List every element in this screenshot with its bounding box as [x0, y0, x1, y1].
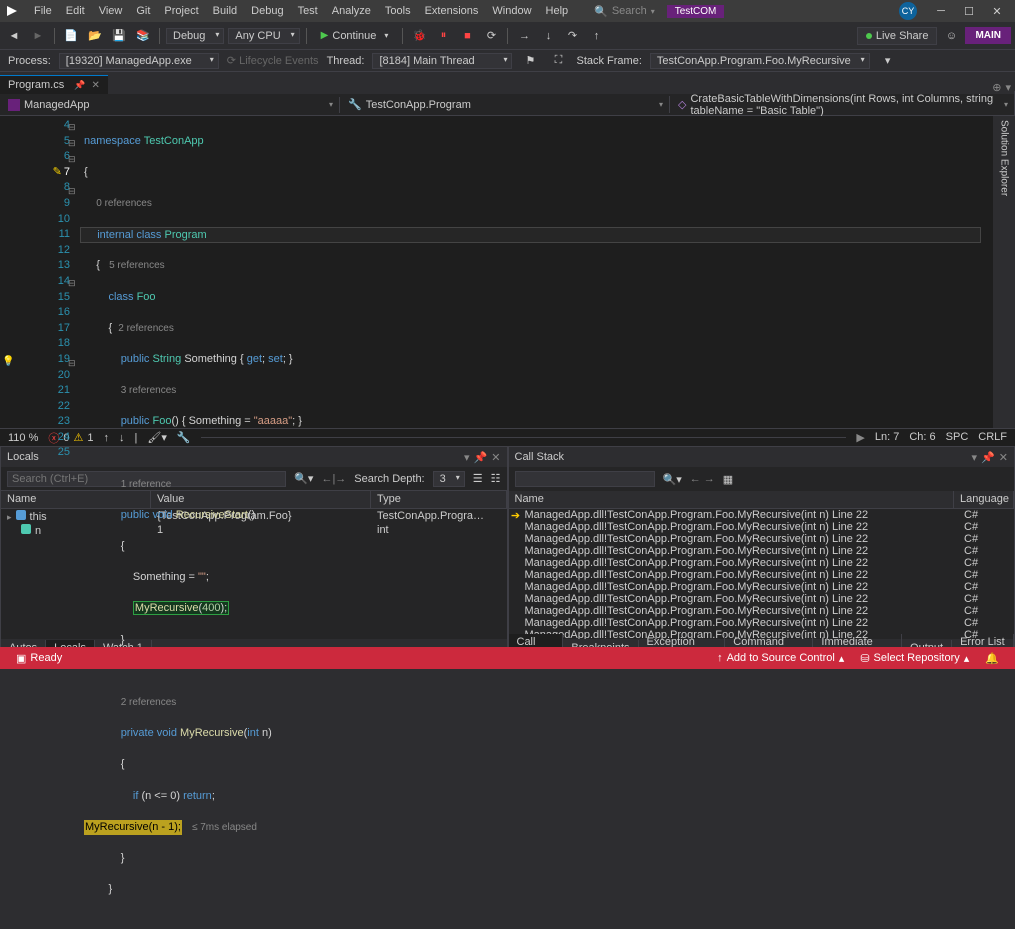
menu-extensions[interactable]: Extensions [419, 3, 485, 19]
step-out-icon[interactable]: ↑ [586, 26, 606, 46]
menu-build[interactable]: Build [207, 3, 243, 19]
debug-icon[interactable]: 🐞 [409, 26, 429, 46]
step-next-icon[interactable]: → [514, 26, 534, 46]
add-source-control[interactable]: ↑ Add to Source Control ▴ [709, 652, 852, 665]
maximize-button[interactable]: ☐ [955, 0, 983, 22]
vs-logo-icon [4, 3, 20, 19]
save-all-icon[interactable]: 📚 [133, 26, 153, 46]
platform-combo[interactable]: Any CPU [228, 28, 299, 44]
depth-combo[interactable]: 3 [433, 471, 465, 487]
stackframe-combo[interactable]: TestConApp.Program.Foo.MyRecursive [650, 53, 870, 69]
thread-combo[interactable]: [8184] Main Thread [372, 53, 512, 69]
process-combo[interactable]: [19320] ManagedApp.exe [59, 53, 219, 69]
thread-flag-icon[interactable]: ⚑ [520, 51, 540, 71]
menu-project[interactable]: Project [158, 3, 204, 19]
minimize-button[interactable]: ─ [927, 0, 955, 22]
stackframe-label: Stack Frame: [576, 55, 641, 67]
menu-analyze[interactable]: Analyze [326, 3, 377, 19]
close-panel-icon[interactable]: ✕ [999, 451, 1008, 464]
play-icon: ▶ [321, 30, 329, 41]
status-ready: ▣ Ready [8, 652, 70, 665]
stackframe-extra-icon[interactable]: ▾ [878, 51, 898, 71]
code-nav-bar: ManagedApp 🔧TestConApp.Program ◇CrateBas… [0, 94, 1015, 116]
thread-label: Thread: [327, 55, 365, 67]
solution-badge: TestCOM [667, 5, 725, 18]
config-combo[interactable]: Debug [166, 28, 224, 44]
right-rail: Solution Explorer [993, 116, 1015, 428]
nav-project[interactable]: ManagedApp [0, 97, 340, 113]
nav-member[interactable]: ◇CrateBasicTableWithDimensions(int Rows,… [670, 91, 1015, 119]
step-over-icon[interactable]: ↷ [562, 26, 582, 46]
nav-class[interactable]: 🔧TestConApp.Program [340, 96, 670, 113]
nav-fwd-icon[interactable]: ► [28, 26, 48, 46]
lightbulb-icon[interactable]: 💡 [2, 354, 14, 370]
code-editor[interactable]: 💡 ⊟ ⊟ ⊟ ⊟ ⊟ ⊟ 45 6 ✎7 89 1011 1213 1415 … [0, 116, 1015, 428]
thread-icon[interactable]: ⛶ [548, 51, 568, 71]
step-into-icon[interactable]: ↓ [538, 26, 558, 46]
menu-edit[interactable]: Edit [60, 3, 91, 19]
nav-back-icon[interactable]: ◄ [4, 26, 24, 46]
menu-window[interactable]: Window [486, 3, 537, 19]
pause-icon[interactable]: ⏸ [433, 26, 453, 46]
active-line: ✎7 [0, 165, 70, 181]
debug-location-toolbar: Process: [19320] ManagedApp.exe ⟳ Lifecy… [0, 50, 1015, 72]
live-share-button[interactable]: Live Share [857, 27, 938, 45]
open-icon[interactable]: 📂 [85, 26, 105, 46]
menu-view[interactable]: View [93, 3, 129, 19]
main-toolbar: ◄ ► 📄 📂 💾 📚 Debug Any CPU ▶Continue▾ 🐞 ⏸… [0, 22, 1015, 50]
new-file-icon[interactable]: 📄 [61, 26, 81, 46]
menu-test[interactable]: Test [292, 3, 324, 19]
close-button[interactable]: ✕ [983, 0, 1011, 22]
menu-help[interactable]: Help [540, 3, 575, 19]
process-label: Process: [8, 55, 51, 67]
feedback-icon[interactable]: ☺ [941, 26, 961, 46]
perf-tip[interactable]: ≤ 7ms elapsed [192, 820, 257, 836]
tab-program-cs[interactable]: Program.cs 📌 ✕ [0, 75, 108, 94]
status-bar: ▣ Ready ↑ Add to Source Control ▴ ⛁ Sele… [0, 647, 1015, 669]
close-tab-icon[interactable]: ✕ [91, 80, 99, 91]
avatar[interactable]: CY [899, 2, 917, 20]
line-gutter: 💡 ⊟ ⊟ ⊟ ⊟ ⊟ ⊟ 45 6 ✎7 89 1011 1213 1415 … [0, 116, 80, 428]
tab-label: Program.cs [8, 79, 64, 91]
search-placeholder: Search [612, 5, 647, 17]
solution-explorer-tab[interactable]: Solution Explorer [999, 120, 1010, 196]
pin-icon[interactable]: 📌 [74, 80, 85, 91]
current-execution-line: MyRecursive(n - 1);≤ 7ms elapsed [80, 820, 993, 836]
titlebar: File Edit View Git Project Build Debug T… [0, 0, 1015, 22]
menu-file[interactable]: File [28, 3, 58, 19]
menu-git[interactable]: Git [130, 3, 156, 19]
notifications-icon[interactable]: 🔔 [977, 652, 1007, 665]
restart-icon[interactable]: ⟳ [481, 26, 501, 46]
main-menu: File Edit View Git Project Build Debug T… [28, 3, 574, 19]
menu-tools[interactable]: Tools [379, 3, 417, 19]
lifecycle-events[interactable]: ⟳ Lifecycle Events [227, 54, 319, 67]
search-icon: 🔍 [594, 5, 608, 18]
search-box[interactable]: 🔍 Search ▾ [594, 5, 655, 18]
main-branch-button[interactable]: MAIN [965, 27, 1011, 44]
select-repository[interactable]: ⛁ Select Repository ▴ [852, 652, 977, 665]
save-icon[interactable]: 💾 [109, 26, 129, 46]
stop-icon[interactable]: ■ [457, 26, 477, 46]
continue-button[interactable]: ▶Continue▾ [313, 28, 397, 44]
menu-debug[interactable]: Debug [245, 3, 289, 19]
code-content[interactable]: namespace TestConApp { 0 references inte… [80, 116, 993, 428]
